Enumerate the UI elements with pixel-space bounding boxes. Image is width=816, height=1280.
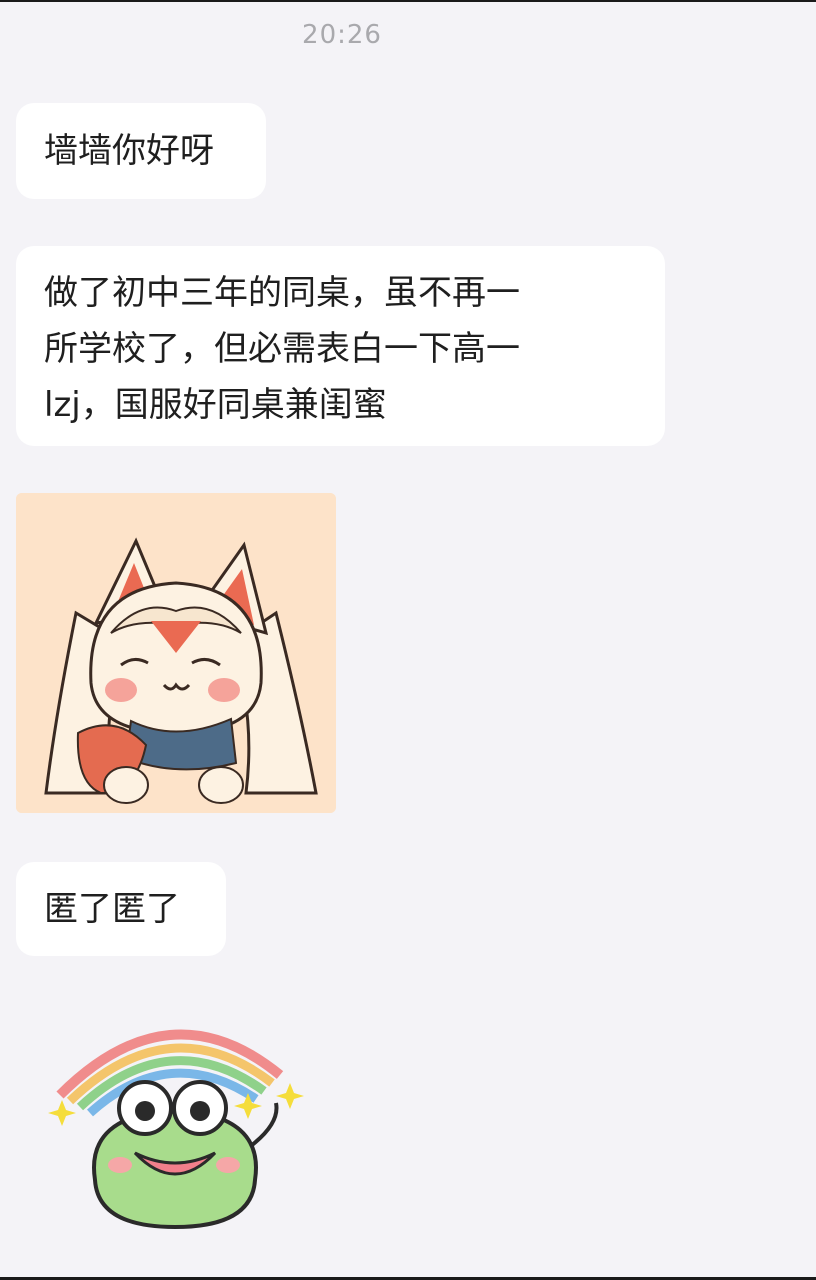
message-text: 匿了匿了 — [44, 889, 180, 929]
thanks-frog-sticker[interactable] — [40, 1005, 320, 1245]
message-timestamp: 20:26 — [302, 20, 382, 50]
message-text-line-2: 所学校了，但必需表白一下高一 — [44, 329, 520, 369]
message-bubble-greeting[interactable]: 墙墙你好呀 — [16, 103, 266, 199]
cat-girl-illustration — [16, 493, 336, 813]
message-text-line-1: 做了初中三年的同桌，虽不再一 — [44, 273, 520, 313]
message-text-line-3: lzj，国服好同桌兼闺蜜 — [44, 385, 387, 425]
blushing-cat-girl-sticker[interactable] — [16, 493, 336, 813]
frog-illustration — [48, 1029, 304, 1230]
top-edge-divider — [0, 0, 816, 2]
message-bubble-confession[interactable]: 做了初中三年的同桌，虽不再一 所学校了，但必需表白一下高一 lzj，国服好同桌兼… — [16, 246, 665, 446]
message-text: 墙墙你好呀 — [44, 131, 214, 171]
message-bubble-anonymous[interactable]: 匿了匿了 — [16, 862, 226, 956]
